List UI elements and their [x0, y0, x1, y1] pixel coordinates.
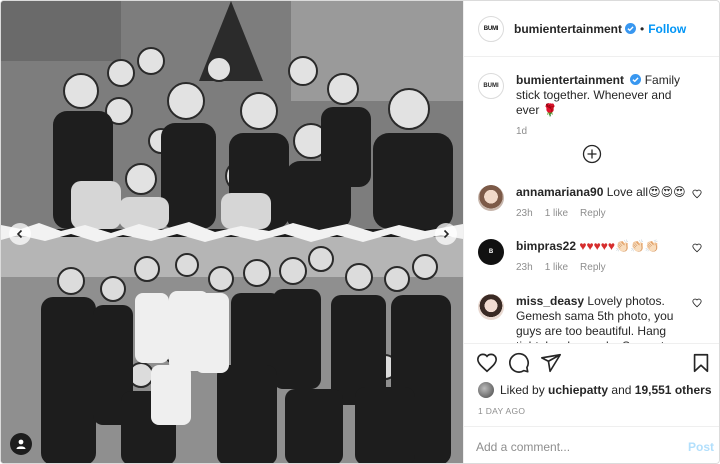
group-photo-bottom-illustration — [1, 237, 463, 463]
verified-icon — [630, 74, 642, 85]
header-separator: • — [640, 21, 645, 36]
liker-avatar[interactable] — [478, 382, 494, 398]
follow-button[interactable]: Follow — [648, 22, 686, 36]
torn-paper-divider — [1, 222, 463, 242]
bookmark-icon[interactable] — [690, 352, 712, 374]
plus-circle-icon[interactable] — [582, 144, 602, 164]
post-side-panel: BUMI bumientertainment • Follow BUMI bum… — [463, 1, 719, 463]
comment-icon[interactable] — [508, 352, 530, 374]
share-icon[interactable] — [540, 352, 562, 374]
add-comment-bar: Post — [464, 426, 719, 463]
chevron-left-icon — [16, 229, 23, 239]
post-comment-button[interactable]: Post — [688, 440, 714, 454]
next-photo-button[interactable] — [435, 223, 457, 245]
verified-icon — [625, 23, 637, 34]
previous-photo-button[interactable] — [9, 223, 31, 245]
user-tag-icon — [16, 439, 26, 449]
liker-username[interactable]: uchiepatty — [548, 383, 608, 397]
comment-input[interactable] — [476, 437, 666, 457]
comment-body: miss_deasy Lovely photos. Gemesh sama 5t… — [516, 294, 686, 343]
caption-age: 1d — [516, 126, 528, 137]
comment-likes[interactable]: 1 like — [545, 262, 568, 273]
post-actions: Liked by uchiepatty and 19,551 others 1 … — [464, 343, 719, 463]
action-icons — [476, 352, 712, 376]
heart-icon[interactable] — [692, 189, 702, 199]
post-date[interactable]: 1 DAY AGO — [478, 406, 525, 416]
caption-meta: 1d — [516, 124, 686, 139]
comments-section[interactable]: BUMI bumientertainment Family stick toge… — [464, 58, 719, 343]
group-photo-top-illustration — [1, 1, 463, 229]
account-username[interactable]: bumientertainment — [514, 22, 622, 36]
comment-body: bimpras22 ♥♥♥♥♥👏🏻👏🏻👏🏻 23h 1 like Reply — [516, 239, 686, 275]
comment-likes[interactable]: 1 like — [545, 208, 568, 219]
account-avatar[interactable]: BUMI — [478, 15, 504, 42]
caption-body: bumientertainment Family stick together.… — [516, 73, 686, 139]
caption-avatar[interactable]: BUMI — [478, 73, 504, 99]
tagged-users-button[interactable] — [10, 433, 32, 455]
comment-meta: 23h 1 like Reply — [516, 260, 686, 275]
post-photo[interactable] — [1, 1, 463, 463]
likes-and: and — [611, 383, 632, 397]
comment-username[interactable]: miss_deasy — [516, 294, 584, 308]
chevron-right-icon — [443, 229, 450, 239]
post-card: BUMI bumientertainment • Follow BUMI bum… — [0, 0, 720, 464]
heart-icon[interactable] — [692, 243, 702, 253]
heart-icon[interactable] — [692, 298, 702, 308]
caption-username[interactable]: bumientertainment — [516, 73, 624, 87]
likes-summary[interactable]: Liked by uchiepatty and 19,551 others — [478, 382, 712, 398]
commenter-avatar[interactable] — [478, 185, 504, 211]
logo-text: BUMI — [483, 25, 499, 32]
likes-count[interactable]: 19,551 others — [635, 383, 712, 397]
comment-meta: 23h 1 like Reply — [516, 206, 686, 221]
photo-bottom-group — [1, 237, 463, 463]
heart-icon[interactable] — [476, 352, 498, 374]
comment-age[interactable]: 23h — [516, 208, 533, 219]
reply-button[interactable]: Reply — [580, 262, 606, 273]
comment-text: ♥♥♥♥♥👏🏻👏🏻👏🏻 — [579, 239, 660, 253]
likes-prefix: Liked by — [500, 383, 545, 397]
reply-button[interactable]: Reply — [580, 208, 606, 219]
photo-top-group — [1, 1, 463, 229]
comment-text: Love all😍😍😍 — [606, 185, 686, 199]
comment-age[interactable]: 23h — [516, 262, 533, 273]
comment-body: annamariana90 Love all😍😍😍 23h 1 like Reply — [516, 185, 686, 221]
commenter-avatar[interactable] — [478, 294, 504, 320]
commenter-avatar[interactable]: B — [478, 239, 504, 265]
logo-text: BUMI — [483, 83, 499, 89]
post-header: BUMI bumientertainment • Follow — [464, 1, 719, 57]
comment-username[interactable]: bimpras22 — [516, 239, 576, 253]
comment-username[interactable]: annamariana90 — [516, 185, 603, 199]
